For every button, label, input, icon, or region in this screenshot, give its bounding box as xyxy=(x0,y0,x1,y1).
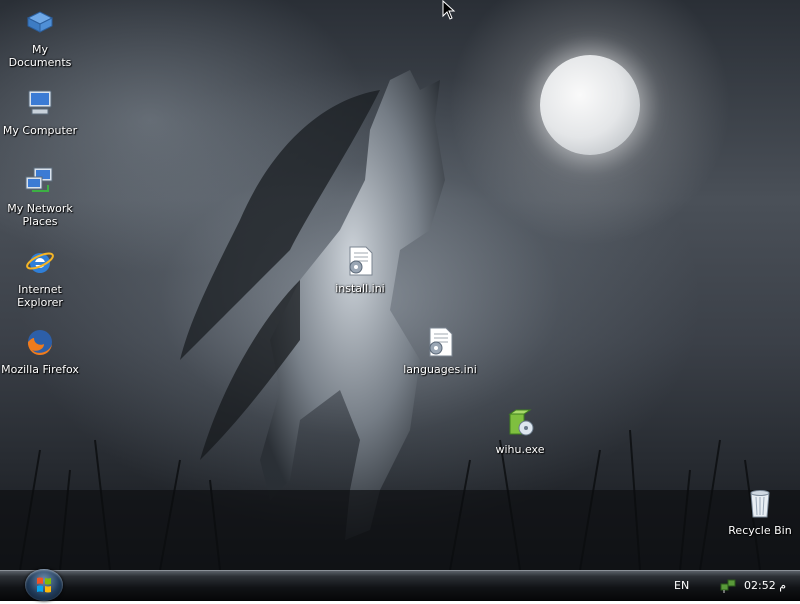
desktop-icon-label: languages.ini xyxy=(403,363,477,376)
clock[interactable]: 02:52 م xyxy=(744,579,786,592)
desktop-icon-label: wihu.exe xyxy=(495,443,545,456)
desktop-icon-label: Mozilla Firefox xyxy=(1,363,79,376)
desktop-icon-languages-ini[interactable]: languages.ini xyxy=(400,326,480,376)
internet-explorer-icon xyxy=(26,252,54,273)
my-computer-icon xyxy=(28,90,52,115)
network-places-icon xyxy=(25,167,53,192)
installer-exe-icon xyxy=(508,409,534,436)
desktop-icon-network-places[interactable]: My Network Places xyxy=(0,165,80,228)
my-documents-icon xyxy=(26,11,54,33)
grass-wallpaper xyxy=(0,430,800,570)
taskbar: EN 02:52 م xyxy=(0,569,800,601)
desktop-icon-my-computer[interactable]: My Computer xyxy=(0,87,80,137)
windows-logo-icon xyxy=(37,577,51,593)
ini-file-icon xyxy=(429,327,453,357)
system-tray: EN 02:52 م xyxy=(670,571,800,601)
desktop[interactable]: My Documents My Computer My Network Plac… xyxy=(0,0,800,570)
desktop-icon-label: Internet Explorer xyxy=(17,283,63,309)
firefox-icon xyxy=(27,330,52,356)
moon-wallpaper xyxy=(540,55,640,155)
mouse-cursor-icon xyxy=(442,0,456,20)
desktop-icon-label: My Documents xyxy=(8,43,72,69)
ini-file-icon xyxy=(349,246,373,276)
desktop-icon-label: install.ini xyxy=(335,282,385,295)
language-indicator[interactable]: EN xyxy=(674,579,689,592)
desktop-icon-label: Recycle Bin xyxy=(728,524,792,537)
desktop-icon-install-ini[interactable]: install.ini xyxy=(320,245,400,295)
desktop-icon-label: My Computer xyxy=(2,124,78,137)
desktop-icon-recycle-bin[interactable]: Recycle Bin xyxy=(720,487,800,537)
network-tray-icon[interactable] xyxy=(720,578,736,594)
desktop-icon-firefox[interactable]: Mozilla Firefox xyxy=(0,326,80,376)
desktop-icon-my-documents[interactable]: My Documents xyxy=(0,6,80,69)
desktop-icon-internet-explorer[interactable]: Internet Explorer xyxy=(0,246,80,309)
start-button[interactable] xyxy=(25,569,63,601)
recycle-bin-icon xyxy=(750,490,770,518)
desktop-icon-wihu-exe[interactable]: wihu.exe xyxy=(480,406,560,456)
desktop-icon-label: My Network Places xyxy=(7,202,73,228)
